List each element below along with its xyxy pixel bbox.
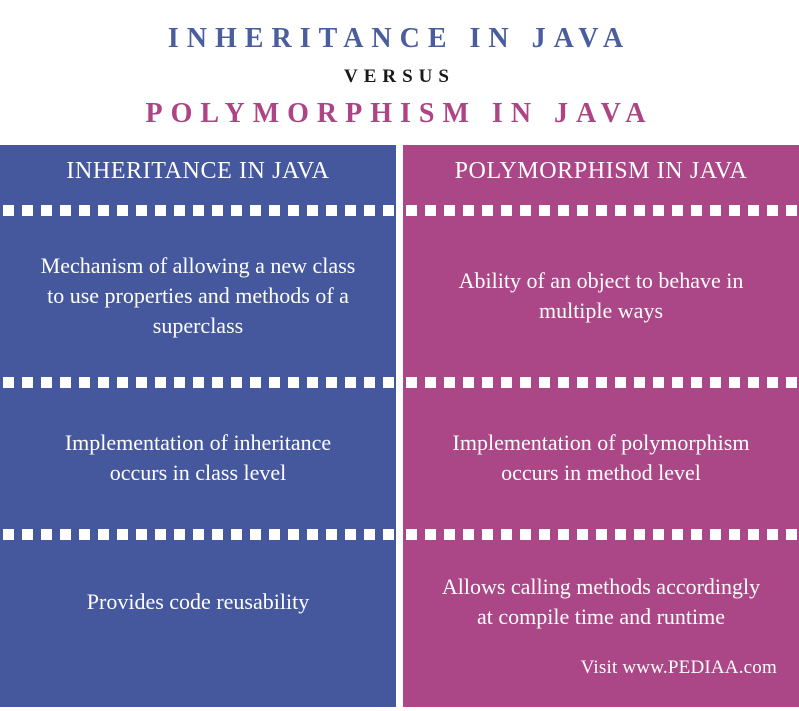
cell-text: Mechanism of allowing a new class to use… (40, 253, 356, 338)
table-cell: Implementation of polymorphism occurs in… (403, 394, 799, 522)
column-header-polymorphism: POLYMORPHISM IN JAVA (454, 158, 748, 184)
table-cell: Implementation of inheritance occurs in … (0, 394, 396, 522)
dashed-divider (0, 522, 396, 546)
dashed-divider (403, 370, 799, 394)
dashed-divider-dashes (406, 377, 799, 388)
table-cell: Ability of an object to behave in multip… (403, 222, 799, 370)
table-cell: Mechanism of allowing a new class to use… (0, 222, 396, 370)
table-cell: Allows calling methods accordingly at co… (403, 546, 799, 658)
dashed-divider (0, 198, 396, 222)
column-header-inheritance: INHERITANCE IN JAVA (66, 158, 330, 184)
cell-text: Ability of an object to behave in multip… (458, 268, 744, 323)
dashed-divider (403, 522, 799, 546)
dashed-divider-dashes (3, 529, 396, 540)
dashed-divider (0, 370, 396, 394)
cell-text: Allows calling methods accordingly at co… (441, 574, 761, 629)
dashed-divider-dashes (3, 205, 396, 216)
title-block: INHERITANCE IN JAVA VERSUS POLYMORPHISM … (0, 0, 799, 145)
dashed-divider-dashes (406, 205, 799, 216)
table-cell: Provides code reusability (0, 546, 396, 658)
dashed-divider-dashes (406, 529, 799, 540)
comparison-infographic: INHERITANCE IN JAVA VERSUS POLYMORPHISM … (0, 0, 799, 711)
title-line-versus: VERSUS (344, 66, 455, 87)
dashed-divider-dashes (3, 377, 396, 388)
cell-text: Implementation of inheritance occurs in … (64, 430, 332, 485)
cell-text: Implementation of polymorphism occurs in… (452, 430, 750, 485)
cell-text: Provides code reusability (86, 589, 310, 614)
source-credit: Visit www.PEDIAA.com (580, 657, 777, 678)
dashed-divider (403, 198, 799, 222)
panel-polymorphism: POLYMORPHISM IN JAVA Ability of an objec… (403, 145, 799, 707)
title-line-polymorphism: POLYMORPHISM IN JAVA (145, 98, 654, 129)
title-line-inheritance: INHERITANCE IN JAVA (167, 23, 632, 54)
panel-inheritance: INHERITANCE IN JAVA Mechanism of allowin… (0, 145, 396, 707)
comparison-panels: INHERITANCE IN JAVA Mechanism of allowin… (0, 145, 799, 707)
